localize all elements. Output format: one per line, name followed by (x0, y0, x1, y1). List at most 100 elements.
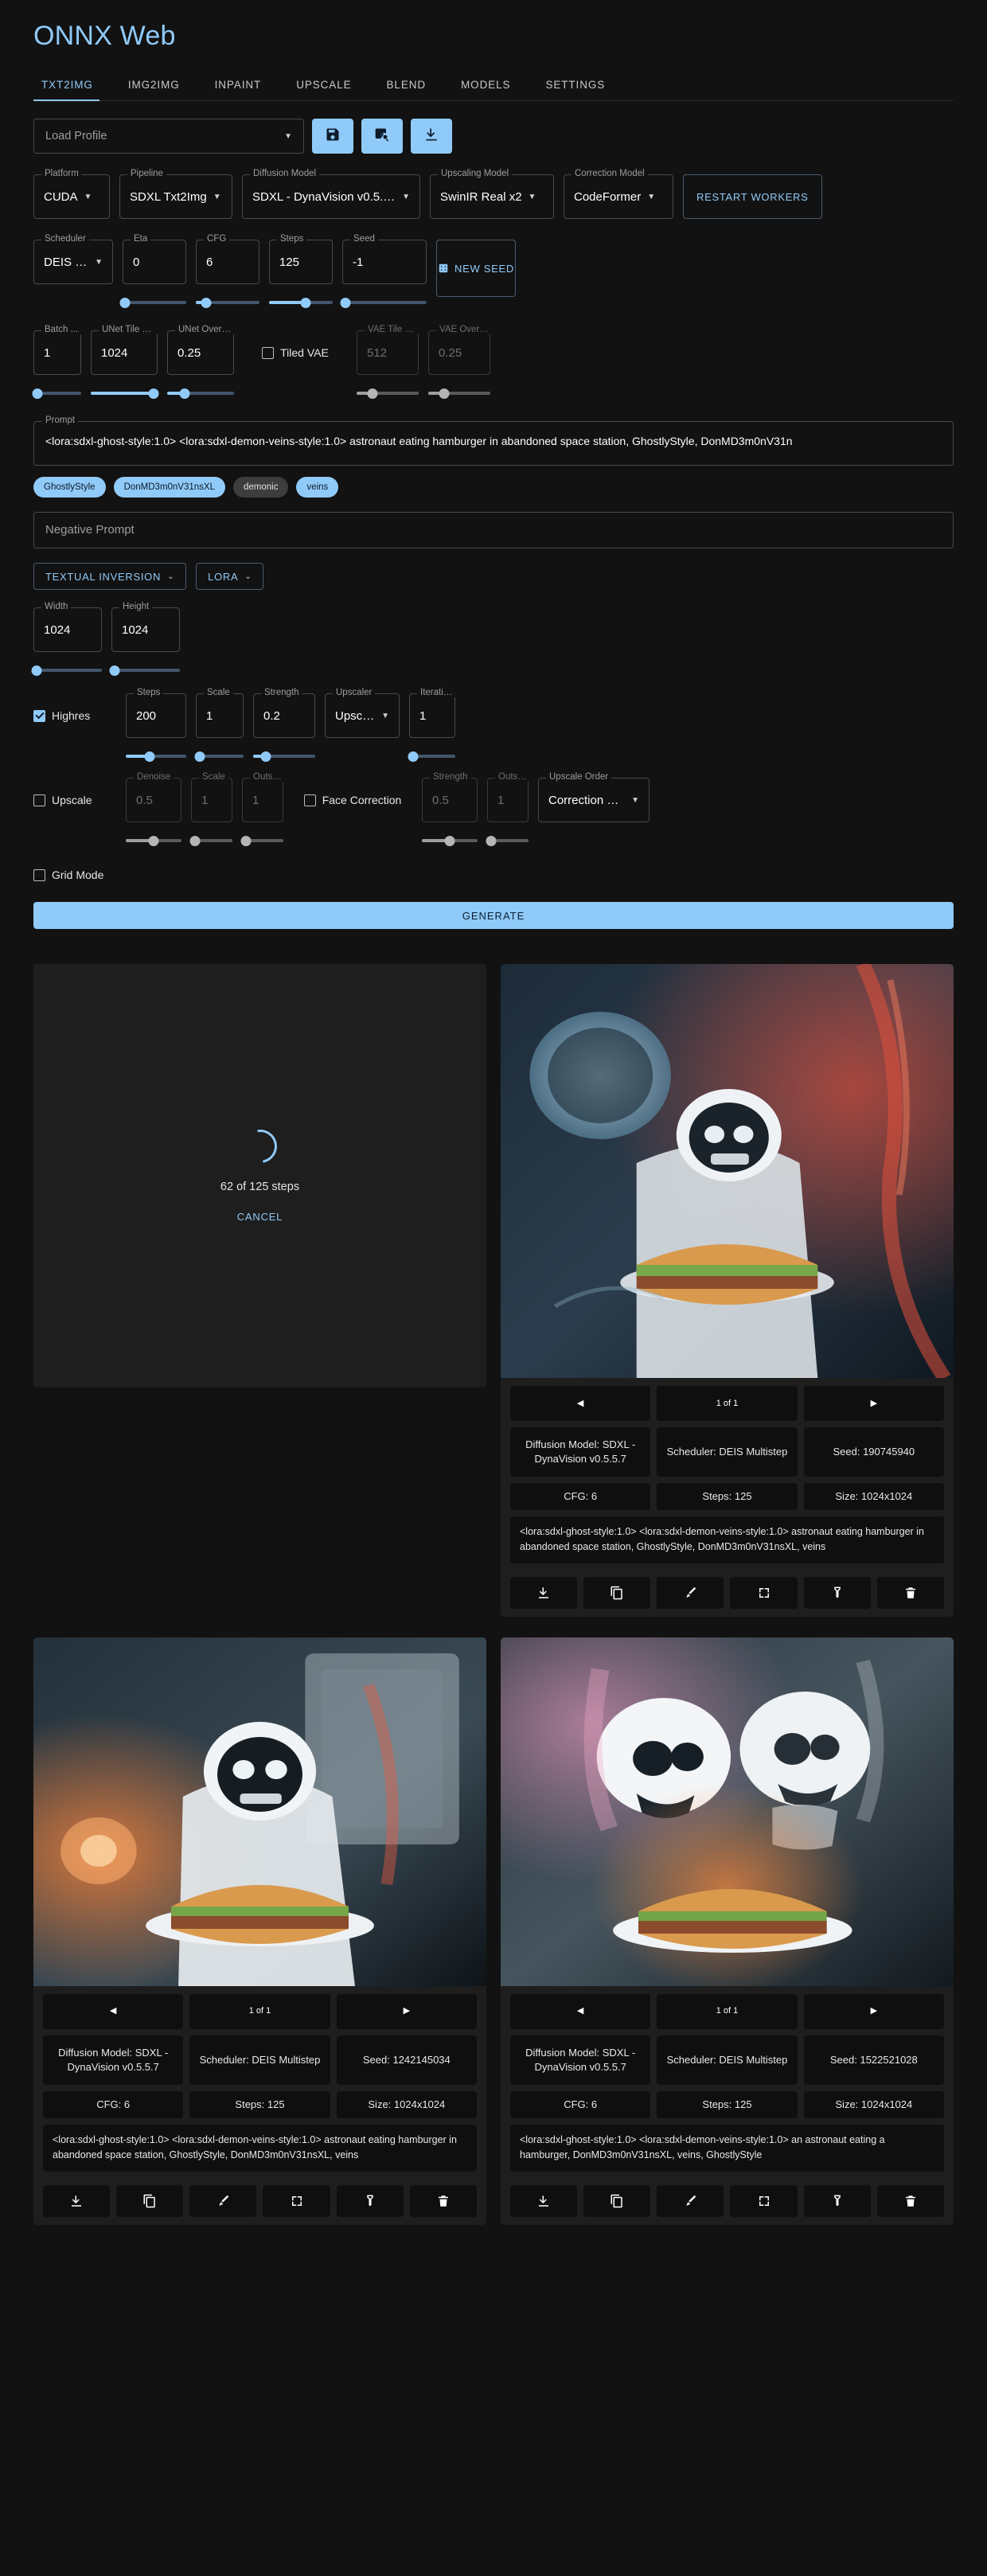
tab-models[interactable]: MODELS (443, 79, 528, 100)
upscale-outscale-slider-thumb[interactable] (240, 835, 252, 846)
chip-donmd3m0nv31nsxl[interactable]: DonMD3m0nV31nsXL (113, 477, 225, 498)
delete-icon[interactable] (876, 1576, 944, 1609)
upscale-denoise-slider-thumb[interactable] (148, 835, 159, 846)
chip-demonic[interactable]: demonic (232, 477, 289, 498)
save-profile-button[interactable] (312, 119, 353, 154)
highres-iterations-field[interactable]: Iteratio... 1 (409, 688, 458, 738)
brush-icon[interactable] (657, 1576, 724, 1609)
upscale-checkbox[interactable]: Upscale (33, 794, 92, 806)
upscale-outscale-field[interactable]: Outscale 1 (242, 772, 287, 822)
upscale-order-select[interactable]: Upscale Order Correction First ▼ (538, 772, 650, 822)
scheduler-select[interactable]: Scheduler DEIS Multistep ▼ (33, 234, 113, 284)
result-image[interactable] (501, 964, 954, 1378)
highres-scale-slider[interactable] (194, 749, 244, 763)
load-profile-select[interactable]: Load Profile ▼ (33, 119, 304, 154)
eta-field[interactable]: Eta 0 (123, 234, 186, 284)
steps-slider-thumb[interactable] (300, 297, 311, 308)
tiled-vae-checkbox[interactable]: Tiled VAE (262, 346, 329, 359)
vae-tile-size-slider[interactable] (357, 386, 419, 400)
correction-strength-slider-thumb[interactable] (444, 835, 455, 846)
copy-icon[interactable] (583, 1576, 651, 1609)
highres-scale-field[interactable]: Scale 1 (196, 688, 244, 738)
highres-steps-slider[interactable] (126, 749, 186, 763)
blend-icon[interactable] (803, 2184, 871, 2217)
unet-tile-size-slider[interactable] (91, 386, 159, 400)
vae-tile-size-field[interactable]: VAE Tile Size 512 (357, 325, 420, 375)
copy-icon[interactable] (116, 2184, 184, 2217)
face-correction-checkbox[interactable]: Face Correction (303, 794, 401, 806)
highres-upscaler-select[interactable]: Upscaler Upscaling ▼ (325, 688, 400, 738)
upscale-outscale-slider[interactable] (240, 833, 283, 848)
fullscreen-icon[interactable] (263, 2184, 330, 2217)
unet-tile-slider-thumb[interactable] (148, 388, 159, 399)
load-image-button[interactable] (361, 119, 403, 154)
highres-checkbox[interactable]: Highres (33, 709, 90, 722)
seed-slider[interactable] (340, 295, 427, 310)
correction-outscale-field[interactable]: Outscale 1 (487, 772, 532, 822)
unet-tile-size-field[interactable]: UNet Tile Size 1024 (91, 325, 159, 375)
highres-steps-slider-thumb[interactable] (144, 751, 155, 762)
cfg-field[interactable]: CFG 6 (196, 234, 259, 284)
highres-strength-slider-thumb[interactable] (260, 751, 271, 762)
brush-icon[interactable] (189, 2184, 257, 2217)
grid-mode-checkbox[interactable]: Grid Mode (33, 868, 954, 881)
height-slider-thumb[interactable] (109, 665, 120, 676)
highres-scale-slider-thumb[interactable] (194, 751, 205, 762)
correction-model-select[interactable]: Correction Model CodeFormer ▼ (564, 169, 673, 219)
eta-slider-thumb[interactable] (119, 297, 131, 308)
chip-veins[interactable]: veins (296, 477, 339, 498)
tab-settings[interactable]: SETTINGS (528, 79, 622, 100)
upscale-scale-slider[interactable] (189, 833, 232, 848)
download-icon[interactable] (510, 1576, 578, 1609)
blend-icon[interactable] (336, 2184, 404, 2217)
prev-image-button[interactable]: ◀ (510, 1386, 651, 1421)
download-icon[interactable] (43, 2184, 111, 2217)
upscale-denoise-slider[interactable] (126, 833, 181, 848)
highres-iterations-slider[interactable] (408, 749, 455, 763)
tab-txt2img[interactable]: TXT2IMG (33, 79, 111, 101)
batch-field[interactable]: Batch ... 1 (33, 325, 82, 375)
highres-strength-slider[interactable] (253, 749, 315, 763)
tab-blend[interactable]: BLEND (369, 79, 444, 100)
steps-field[interactable]: Steps 125 (269, 234, 333, 284)
delete-icon[interactable] (409, 2184, 477, 2217)
seed-field[interactable]: Seed -1 (342, 234, 427, 284)
vae-overlap-slider-thumb[interactable] (439, 388, 450, 399)
highres-strength-field[interactable]: Strength 0.2 (253, 688, 315, 738)
width-slider[interactable] (31, 663, 102, 677)
result-image[interactable] (33, 1637, 486, 1986)
textual-inversion-button[interactable]: TEXTUAL INVERSION ⌄ (33, 563, 187, 590)
seed-slider-thumb[interactable] (340, 297, 351, 308)
width-field[interactable]: Width 1024 (33, 602, 102, 652)
negative-prompt-input[interactable]: Negative Prompt (33, 512, 954, 548)
correction-outscale-slider-thumb[interactable] (486, 835, 497, 846)
tab-img2img[interactable]: IMG2IMG (111, 79, 197, 100)
highres-steps-field[interactable]: Steps 200 (126, 688, 186, 738)
width-slider-thumb[interactable] (31, 665, 42, 676)
next-image-button[interactable]: ▶ (336, 1993, 477, 2029)
copy-icon[interactable] (583, 2184, 651, 2217)
unet-overlap-slider-thumb[interactable] (179, 388, 190, 399)
tab-upscale[interactable]: UPSCALE (279, 79, 369, 100)
batch-slider[interactable] (32, 386, 81, 400)
fullscreen-icon[interactable] (730, 2184, 798, 2217)
next-image-button[interactable]: ▶ (803, 1993, 944, 2029)
upscale-denoise-field[interactable]: Denoise 0.5 (126, 772, 181, 822)
correction-outscale-slider[interactable] (486, 833, 529, 848)
lora-button[interactable]: LORA ⌄ (196, 563, 264, 590)
download-profile-button[interactable] (411, 119, 452, 154)
prev-image-button[interactable]: ◀ (43, 1993, 184, 2029)
new-seed-button[interactable]: NEW SEED (436, 240, 516, 297)
correction-strength-slider[interactable] (422, 833, 478, 848)
vae-overlap-slider[interactable] (428, 386, 490, 400)
steps-slider[interactable] (269, 295, 333, 310)
cancel-button[interactable]: CANCEL (237, 1211, 283, 1223)
restart-workers-button[interactable]: RESTART WORKERS (683, 174, 822, 219)
eta-slider[interactable] (119, 295, 186, 310)
highres-iterations-slider-thumb[interactable] (408, 751, 419, 762)
chip-ghostlystyle[interactable]: GhostlyStyle (33, 477, 106, 498)
delete-icon[interactable] (876, 2184, 944, 2217)
prompt-input[interactable]: Prompt <lora:sdxl-ghost-style:1.0> <lora… (33, 416, 954, 466)
platform-select[interactable]: Platform CUDA ▼ (33, 169, 110, 219)
blend-icon[interactable] (803, 1576, 871, 1609)
